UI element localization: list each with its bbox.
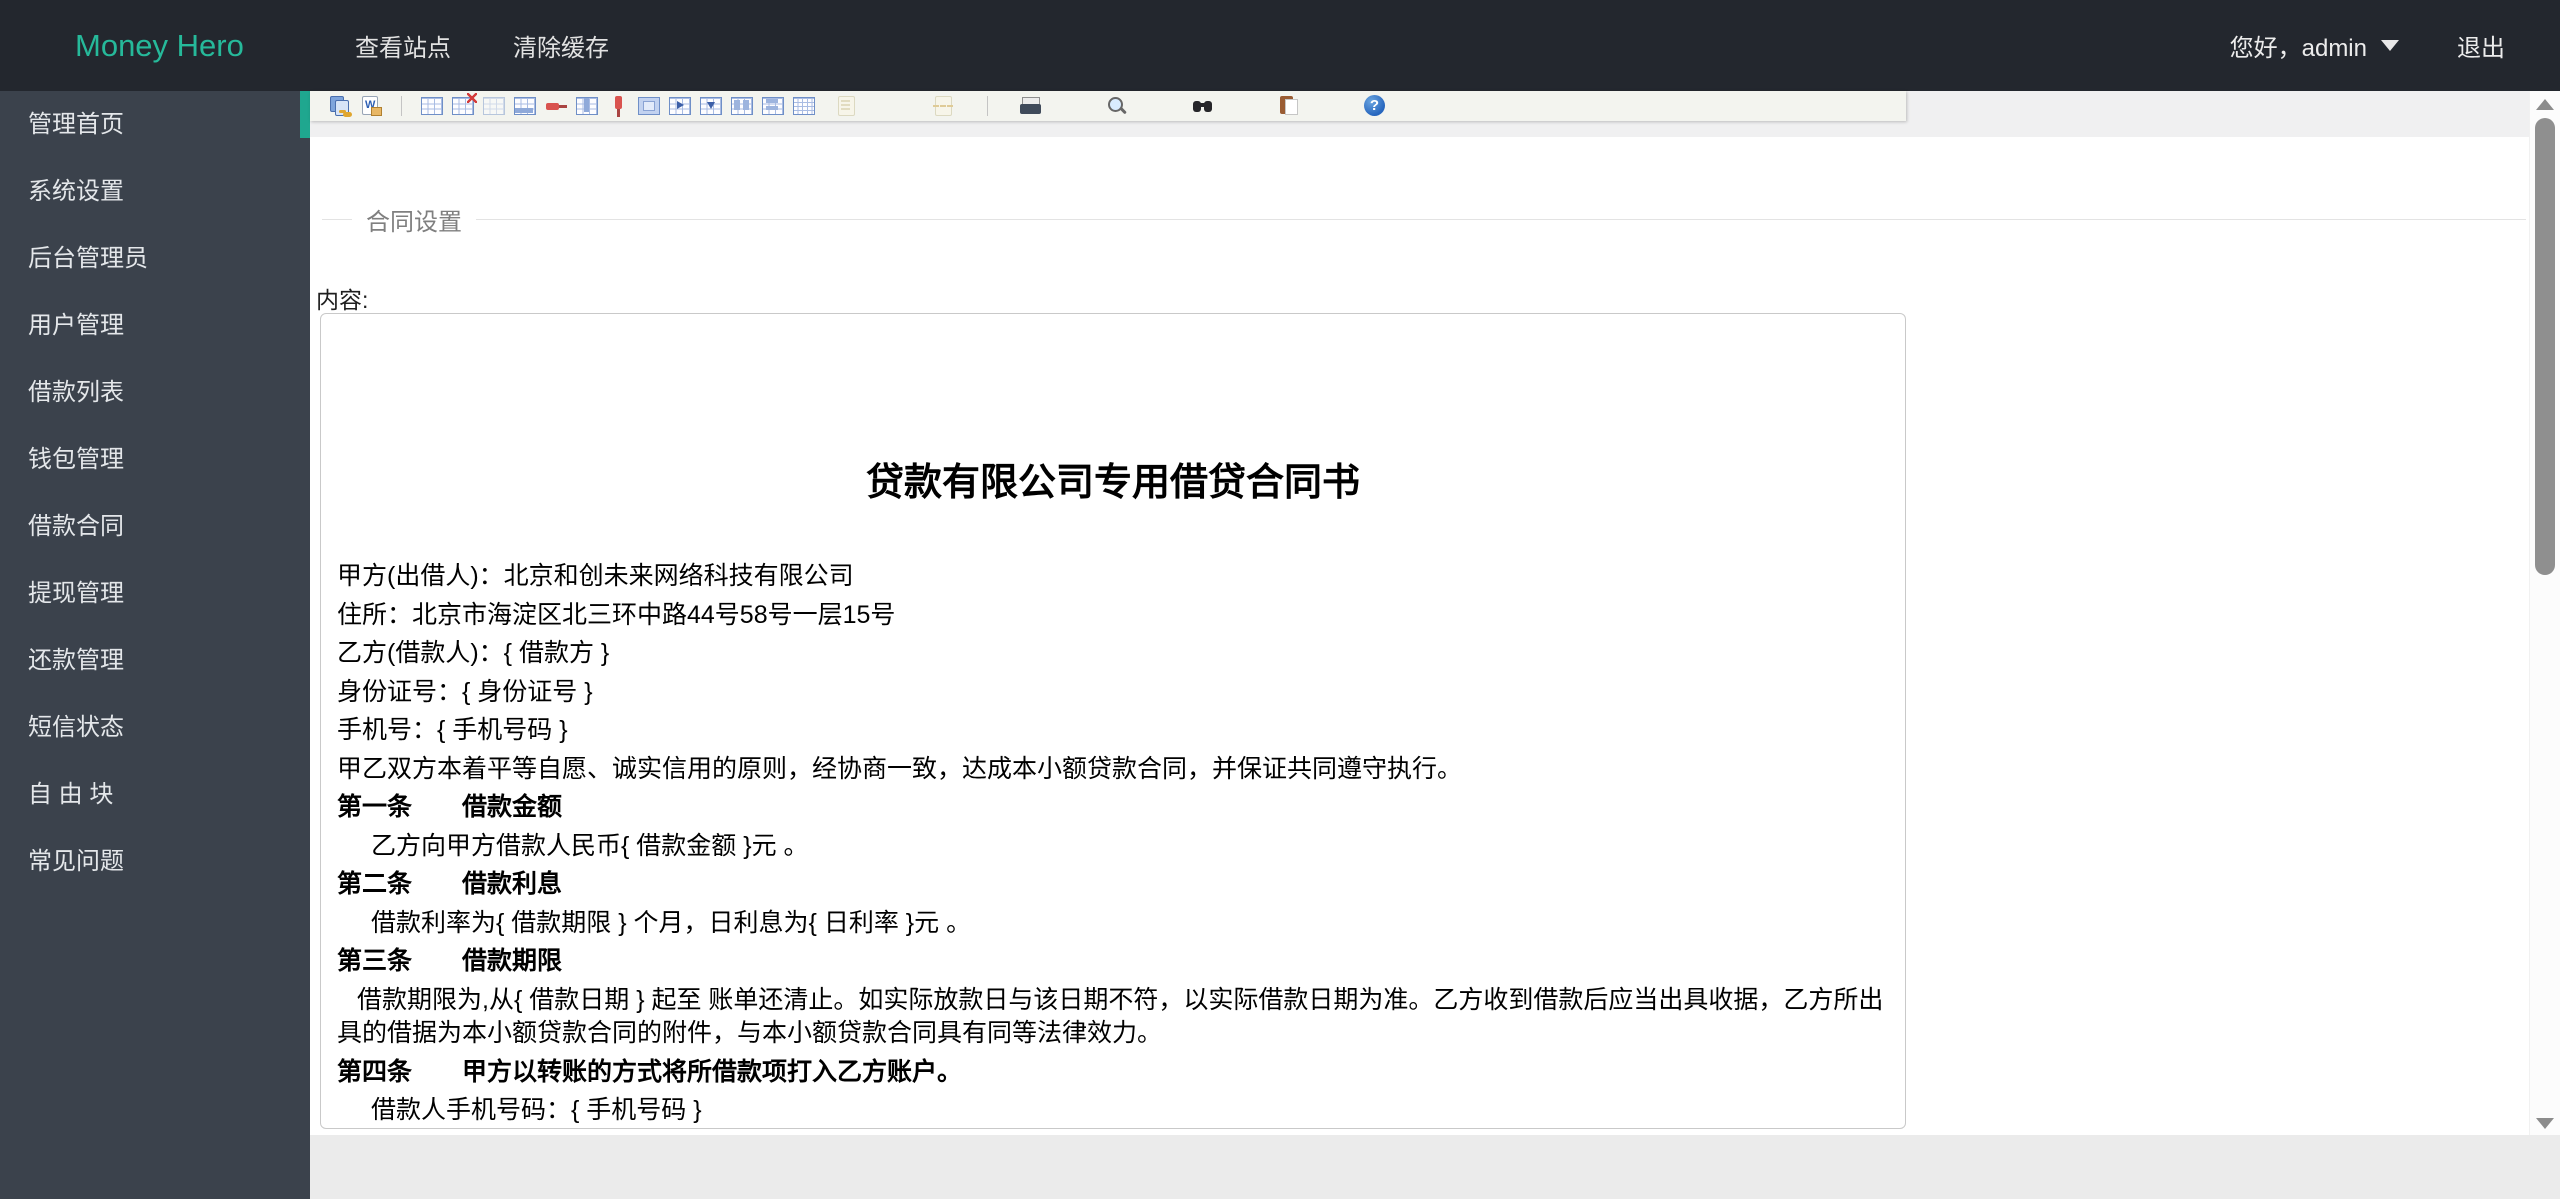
chevron-down-icon (2381, 40, 2399, 51)
sidebar-item-free-block[interactable]: 自 由 块 (0, 761, 310, 828)
main-content: 合同设置 内容: 贷款有限公司专用借贷合同书 甲方(出借人)：北京和创未来网络科… (310, 91, 2560, 1199)
sidebar-item-wallet[interactable]: 钱包管理 (0, 426, 310, 493)
sidebar: 管理首页 系统设置 后台管理员 用户管理 借款列表 钱包管理 借款合同 提现管理… (0, 91, 310, 1199)
section-divider (476, 219, 2526, 220)
table-cell-span-icon[interactable] (792, 94, 816, 118)
contract-clause-heading: 第一条 借款金额 (337, 788, 1889, 827)
page-break-icon (932, 94, 956, 118)
preview-icon[interactable] (1105, 94, 1129, 118)
sidebar-item-loan-list[interactable]: 借款列表 (0, 359, 310, 426)
sidebar-item-home[interactable]: 管理首页 (0, 91, 310, 158)
user-greeting: 您好，admin (2230, 28, 2367, 63)
contract-paragraph: 乙方向甲方借款人民币{ 借款金额 }元 。 (337, 827, 1889, 866)
sidebar-item-loan-contract[interactable]: 借款合同 (0, 493, 310, 560)
contract-paragraph: 乙方(借款人)：{ 借款方 } (337, 634, 1889, 673)
logout-link[interactable]: 退出 (2457, 28, 2505, 63)
sidebar-item-withdraw[interactable]: 提现管理 (0, 560, 310, 627)
top-navbar: Money Hero 查看站点 清除缓存 您好，admin 退出 (0, 0, 2560, 91)
insert-column-icon[interactable] (575, 94, 599, 118)
delete-column-icon[interactable] (606, 94, 630, 118)
merge-cell-down-icon[interactable] (699, 94, 723, 118)
contract-paragraph: 身份证号：{ 身份证号 } (337, 673, 1889, 712)
contract-paragraph: 甲乙双方本着平等自愿、诚实信用的原则，经协商一致，达成本小额贷款合同，并保证共同… (337, 750, 1889, 789)
merge-cells-icon[interactable] (637, 94, 661, 118)
app-logo[interactable]: Money Hero (75, 28, 310, 64)
page-scrollbar[interactable] (2529, 91, 2560, 1135)
contract-clause-heading: 第三条 借款期限 (337, 942, 1889, 981)
contract-clause-heading: 第二条 借款利息 (337, 865, 1889, 904)
table-properties-icon (482, 94, 506, 118)
split-cell-horizontal-icon[interactable] (730, 94, 754, 118)
sidebar-item-users[interactable]: 用户管理 (0, 292, 310, 359)
section-title: 合同设置 (366, 202, 462, 237)
delete-row-icon[interactable] (544, 94, 568, 118)
delete-table-icon[interactable] (451, 94, 475, 118)
content-top-strip (310, 91, 2530, 137)
contract-paragraph: 借款人手机号码：{ 手机号码 } (337, 1091, 1889, 1129)
contract-paragraph: 借款期限为,从{ 借款日期 } 起至 账单还清止。如实际放款日与该日期不符，以实… (337, 984, 1889, 1050)
paste-from-word-icon[interactable] (359, 94, 383, 118)
sidebar-item-system-settings[interactable]: 系统设置 (0, 158, 310, 225)
content-label: 内容: (316, 281, 368, 315)
nav-link-view-site[interactable]: 查看站点 (355, 28, 451, 63)
contract-clause-heading: 第四条 甲方以转账的方式将所借款项打入乙方账户。 (337, 1053, 1889, 1092)
find-icon[interactable] (1191, 94, 1215, 118)
section-divider (322, 219, 352, 220)
cell-properties-icon[interactable] (513, 94, 537, 118)
editor-toolbar (310, 91, 1906, 121)
scrollbar-thumb[interactable] (2535, 118, 2555, 575)
navbar-right: 您好，admin 退出 (2230, 28, 2505, 63)
templates-icon[interactable] (1277, 94, 1301, 118)
navbar-links: 查看站点 清除缓存 (355, 28, 609, 63)
toolbar-separator (987, 96, 988, 116)
contract-editor-area[interactable]: 贷款有限公司专用借贷合同书 甲方(出借人)：北京和创未来网络科技有限公司 住所：… (320, 313, 1906, 1129)
insert-table-icon[interactable] (420, 94, 444, 118)
page-properties-icon (835, 94, 859, 118)
split-cell-vertical-icon[interactable] (761, 94, 785, 118)
merge-cell-right-icon[interactable] (668, 94, 692, 118)
scroll-down-icon[interactable] (2536, 1118, 2554, 1129)
sidebar-item-sms-status[interactable]: 短信状态 (0, 694, 310, 761)
sidebar-scrollbar-thumb[interactable] (300, 91, 310, 138)
contract-title: 贷款有限公司专用借贷合同书 (337, 459, 1889, 507)
user-menu[interactable]: 您好，admin (2230, 28, 2399, 63)
sidebar-item-faq[interactable]: 常见问题 (0, 828, 310, 895)
sidebar-item-admins[interactable]: 后台管理员 (0, 225, 310, 292)
scroll-up-icon[interactable] (2536, 99, 2554, 110)
nav-link-clear-cache[interactable]: 清除缓存 (513, 28, 609, 63)
contract-paragraph: 甲方(出借人)：北京和创未来网络科技有限公司 (337, 557, 1889, 596)
print-icon[interactable] (1019, 94, 1043, 118)
contract-paragraph: 住所：北京市海淀区北三环中路44号58号一层15号 (337, 596, 1889, 635)
sidebar-item-repayment[interactable]: 还款管理 (0, 627, 310, 694)
about-icon[interactable] (1363, 94, 1387, 118)
section-header: 合同设置 (322, 203, 2526, 235)
contract-paragraph: 手机号：{ 手机号码 } (337, 711, 1889, 750)
page-footer-strip (310, 1135, 2560, 1199)
paste-icon[interactable] (328, 94, 352, 118)
toolbar-separator (401, 96, 402, 116)
contract-paragraph: 借款利率为{ 借款期限 } 个月，日利息为{ 日利率 }元 。 (337, 904, 1889, 943)
